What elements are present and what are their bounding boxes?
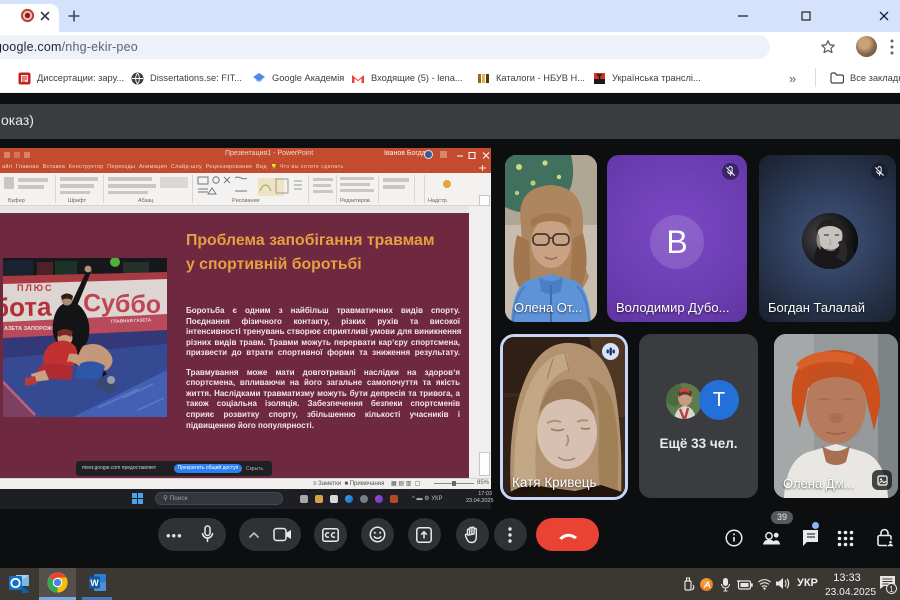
svg-text:бота: бота bbox=[3, 291, 52, 322]
svg-text:W: W bbox=[90, 578, 99, 588]
svg-text:Суббо: Суббо bbox=[83, 289, 162, 319]
svg-text:АЗЕТА ЗАПОРОЖЬЯ: АЗЕТА ЗАПОРОЖЬЯ bbox=[4, 326, 60, 332]
